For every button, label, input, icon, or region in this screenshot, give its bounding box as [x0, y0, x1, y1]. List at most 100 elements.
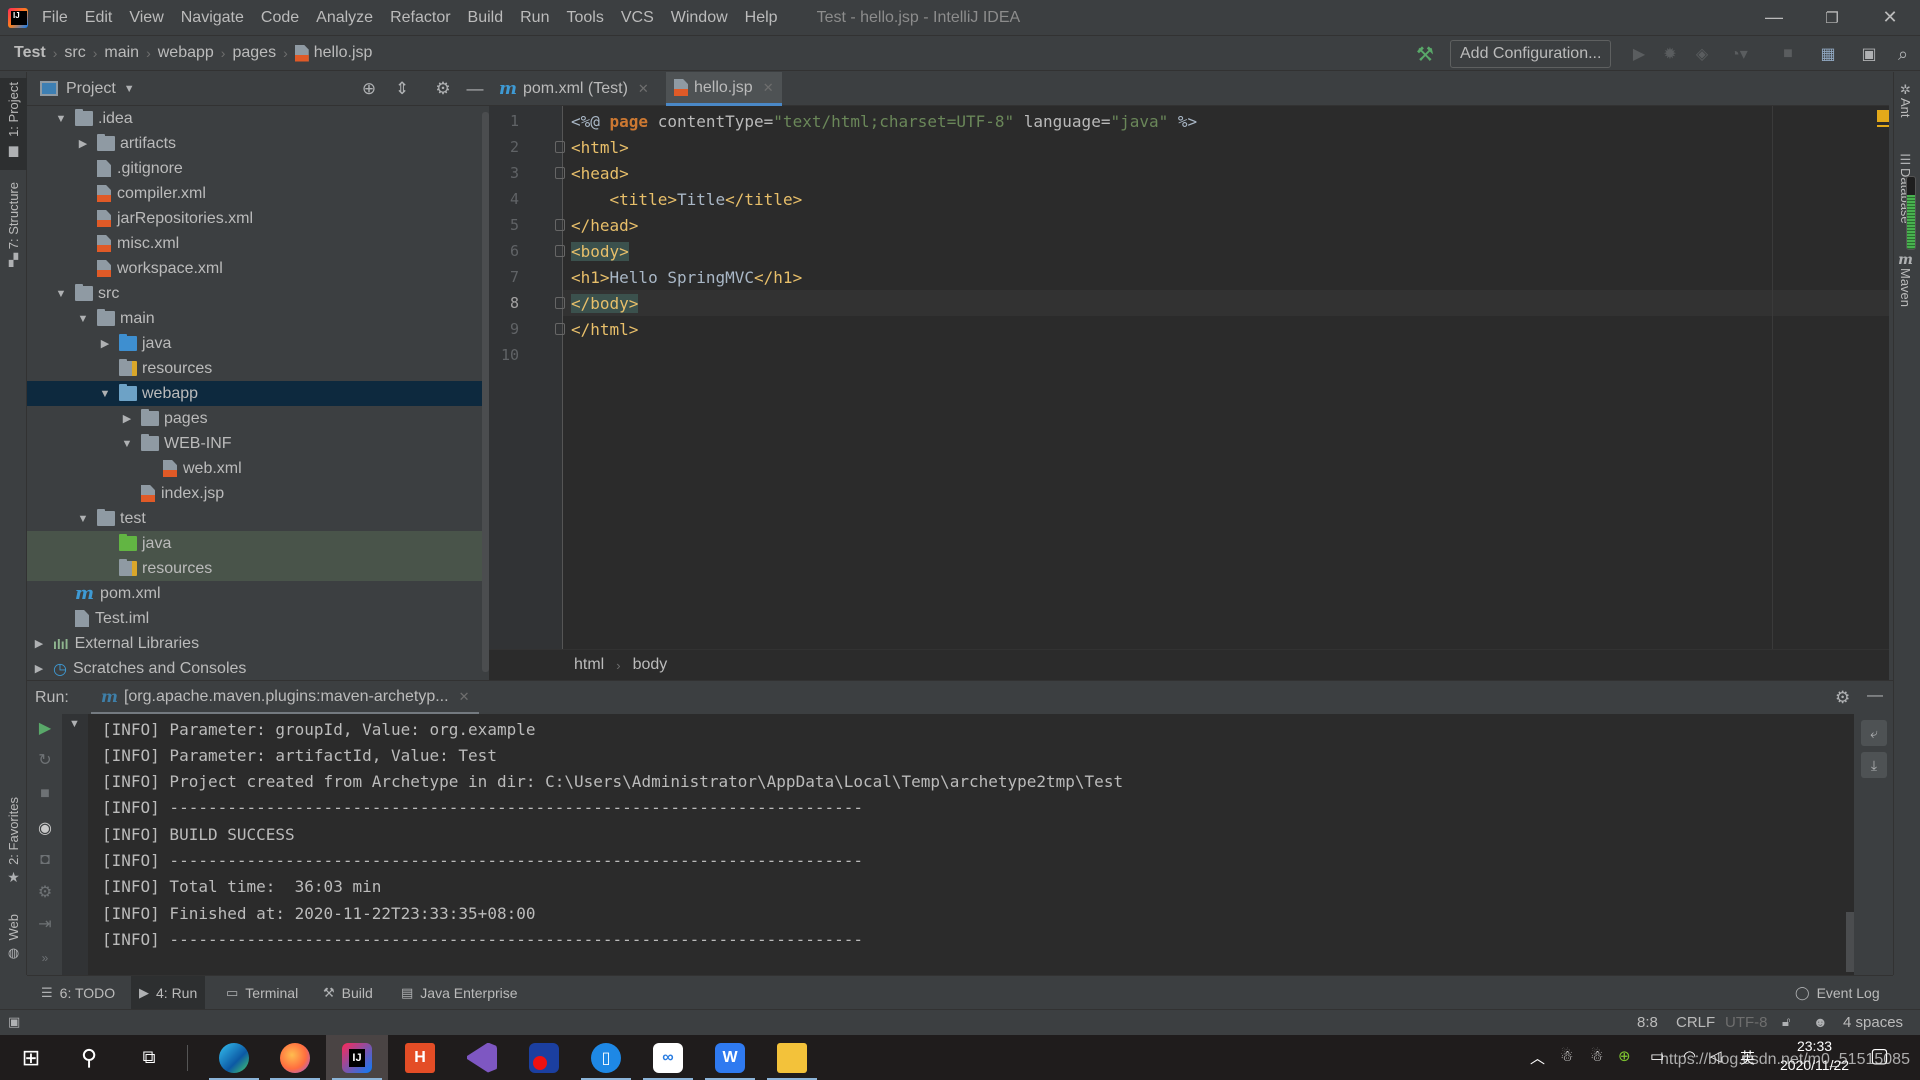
tab-java-enterprise[interactable]: ▤ Java Enterprise	[393, 976, 526, 1010]
tree-item[interactable]: misc.xml	[27, 231, 489, 256]
build-hammer-icon[interactable]: ⚒	[1413, 42, 1437, 66]
tab-build[interactable]: ⚒ Build	[315, 976, 381, 1010]
taskbar-baidu-netdisk[interactable]: ∞	[637, 1035, 699, 1080]
search-icon[interactable]: ⌕	[1891, 42, 1915, 66]
tree-item[interactable]: jarRepositories.xml	[27, 206, 489, 231]
code-line[interactable]: <html>	[571, 134, 629, 160]
breadcrumb-project[interactable]: Test	[14, 44, 46, 62]
breadcrumb-webapp[interactable]: webapp	[158, 44, 214, 62]
project-structure-icon[interactable]: ▦	[1816, 42, 1840, 66]
code-line[interactable]: <head>	[571, 160, 629, 186]
breadcrumb-html[interactable]: html	[574, 656, 604, 674]
event-log-button[interactable]: ◯ Event Log	[1787, 976, 1888, 1010]
run-tab-maven-archetype[interactable]: m [org.apache.maven.plugins:maven-archet…	[91, 681, 480, 715]
qq-icon[interactable]: ☃	[1590, 1047, 1603, 1065]
tab-structure[interactable]: 7: Structure ▞	[0, 182, 27, 267]
console-output[interactable]: [INFO] Parameter: groupId, Value: org.ex…	[88, 714, 1854, 975]
menu-refactor[interactable]: Refactor	[390, 9, 450, 27]
start-button[interactable]: ⊞	[0, 1035, 62, 1080]
collapse-arrow-icon[interactable]: ▶	[75, 137, 91, 150]
tree-item[interactable]: ▶ java	[27, 331, 489, 356]
collapse-all-icon[interactable]: ⇕	[392, 79, 412, 99]
export-icon[interactable]: ⇥	[35, 914, 55, 934]
taskbar-app[interactable]	[513, 1035, 575, 1080]
menu-analyze[interactable]: Analyze	[316, 9, 373, 27]
tree-item[interactable]: resources	[27, 356, 489, 381]
tab-hello-jsp[interactable]: hello.jsp ✕	[666, 72, 782, 106]
locate-file-icon[interactable]: ⊕	[359, 79, 379, 99]
menu-view[interactable]: View	[129, 9, 163, 27]
expand-arrow-icon[interactable]: ▼	[53, 113, 69, 125]
tree-item[interactable]: .gitignore	[27, 156, 489, 181]
fold-marker-icon[interactable]	[555, 323, 565, 335]
taskbar-edge[interactable]	[203, 1035, 265, 1080]
breadcrumb-main[interactable]: main	[104, 44, 139, 62]
code-line[interactable]: </head>	[571, 212, 638, 238]
intellij-logo-icon[interactable]	[8, 7, 28, 28]
fold-marker-icon[interactable]	[555, 219, 565, 231]
coverage-icon[interactable]: ◈	[1690, 42, 1714, 66]
tab-favorites[interactable]: 2: Favorites ★	[0, 797, 27, 886]
view-options-icon[interactable]: ◉	[35, 818, 55, 838]
restore-button[interactable]: ❐	[1804, 0, 1860, 35]
close-icon[interactable]: ✕	[459, 689, 470, 705]
rerun-failed-icon[interactable]: ↻	[35, 750, 55, 770]
tree-item[interactable]: ▶ ◷ Scratches and Consoles	[27, 656, 489, 681]
settings-icon[interactable]: ⚙	[35, 882, 55, 902]
task-view-button[interactable]: ⧉	[118, 1035, 180, 1080]
close-icon[interactable]: ✕	[763, 80, 774, 96]
tab-web[interactable]: Web ◍	[0, 914, 27, 961]
tab-terminal[interactable]: ▭ Terminal	[218, 976, 306, 1010]
qq-icon[interactable]: ☃	[1560, 1047, 1573, 1065]
menu-file[interactable]: File	[42, 9, 68, 27]
tree-item[interactable]: ▼ test	[27, 506, 489, 531]
tree-item[interactable]: ▼ webapp	[27, 381, 489, 406]
camera-icon[interactable]: ◘	[35, 850, 55, 870]
menu-tools[interactable]: Tools	[566, 9, 603, 27]
tree-item[interactable]: m pom.xml	[27, 581, 489, 606]
expand-arrow-icon[interactable]: ▼	[97, 388, 113, 400]
collapse-arrow-icon[interactable]: ▼	[69, 718, 80, 730]
tab-run[interactable]: ▶ 4: Run	[131, 976, 206, 1010]
hide-panel-icon[interactable]: —	[1867, 687, 1883, 705]
taskbar-phone[interactable]: ▯	[575, 1035, 637, 1080]
profile-icon[interactable]: ◔▾	[1727, 42, 1751, 66]
chevron-down-icon[interactable]: ▼	[124, 83, 135, 95]
code-editor[interactable]: 1 2 3 4 5 6 7 8 9 10 <%@ page contentType= "text/h…	[489, 106, 1889, 649]
scroll-to-end-icon[interactable]: ⤓	[1861, 752, 1887, 778]
tab-ant[interactable]: ✲ Ant	[1898, 82, 1913, 118]
project-view-selector[interactable]: Project	[66, 80, 116, 98]
tree-item[interactable]: ▶ artifacts	[27, 131, 489, 156]
menu-edit[interactable]: Edit	[85, 9, 113, 27]
code-line[interactable]: <body>	[571, 238, 629, 264]
taskbar-visual-studio[interactable]	[451, 1035, 513, 1080]
taskbar-hbuilder[interactable]: H	[389, 1035, 451, 1080]
code-line[interactable]: <h1> Hello SpringMVC </h1>	[571, 264, 802, 290]
caret-position[interactable]: 8:8	[1637, 1014, 1658, 1031]
security-icon[interactable]: ⊕	[1618, 1047, 1631, 1065]
menu-window[interactable]: Window	[671, 9, 728, 27]
collapse-arrow-icon[interactable]: ▶	[31, 637, 47, 650]
tree-item[interactable]: Test.iml	[27, 606, 489, 631]
taskbar-intellij[interactable]: IJ	[326, 1035, 388, 1080]
expand-arrow-icon[interactable]: ▼	[75, 313, 91, 325]
project-scrollbar[interactable]	[482, 112, 489, 672]
warning-marker-icon[interactable]	[1877, 110, 1889, 127]
tree-item[interactable]: ▶ ılıl External Libraries	[27, 631, 489, 656]
menu-vcs[interactable]: VCS	[621, 9, 654, 27]
code-line[interactable]: <%@ page contentType= "text/html;charset=…	[571, 108, 1197, 134]
collapse-arrow-icon[interactable]: ▶	[31, 662, 47, 675]
menu-code[interactable]: Code	[261, 9, 299, 27]
fold-marker-icon[interactable]	[555, 245, 565, 257]
collapse-arrow-icon[interactable]: ▶	[97, 337, 113, 350]
debug-icon[interactable]: ✹	[1658, 42, 1682, 66]
toggle-tool-windows-icon[interactable]: ▣	[8, 1014, 20, 1030]
tab-project[interactable]: 1: Project ▆	[0, 78, 27, 170]
tree-item[interactable]: ▼ WEB-INF	[27, 431, 489, 456]
close-icon[interactable]: ✕	[638, 81, 649, 97]
line-separator[interactable]: CRLF	[1676, 1014, 1715, 1031]
code-line[interactable]: </body>	[571, 290, 639, 316]
code-line[interactable]: <title> Title </title>	[571, 186, 803, 212]
more-icon[interactable]: »	[35, 948, 55, 968]
run-icon[interactable]: ▶	[1627, 42, 1651, 66]
